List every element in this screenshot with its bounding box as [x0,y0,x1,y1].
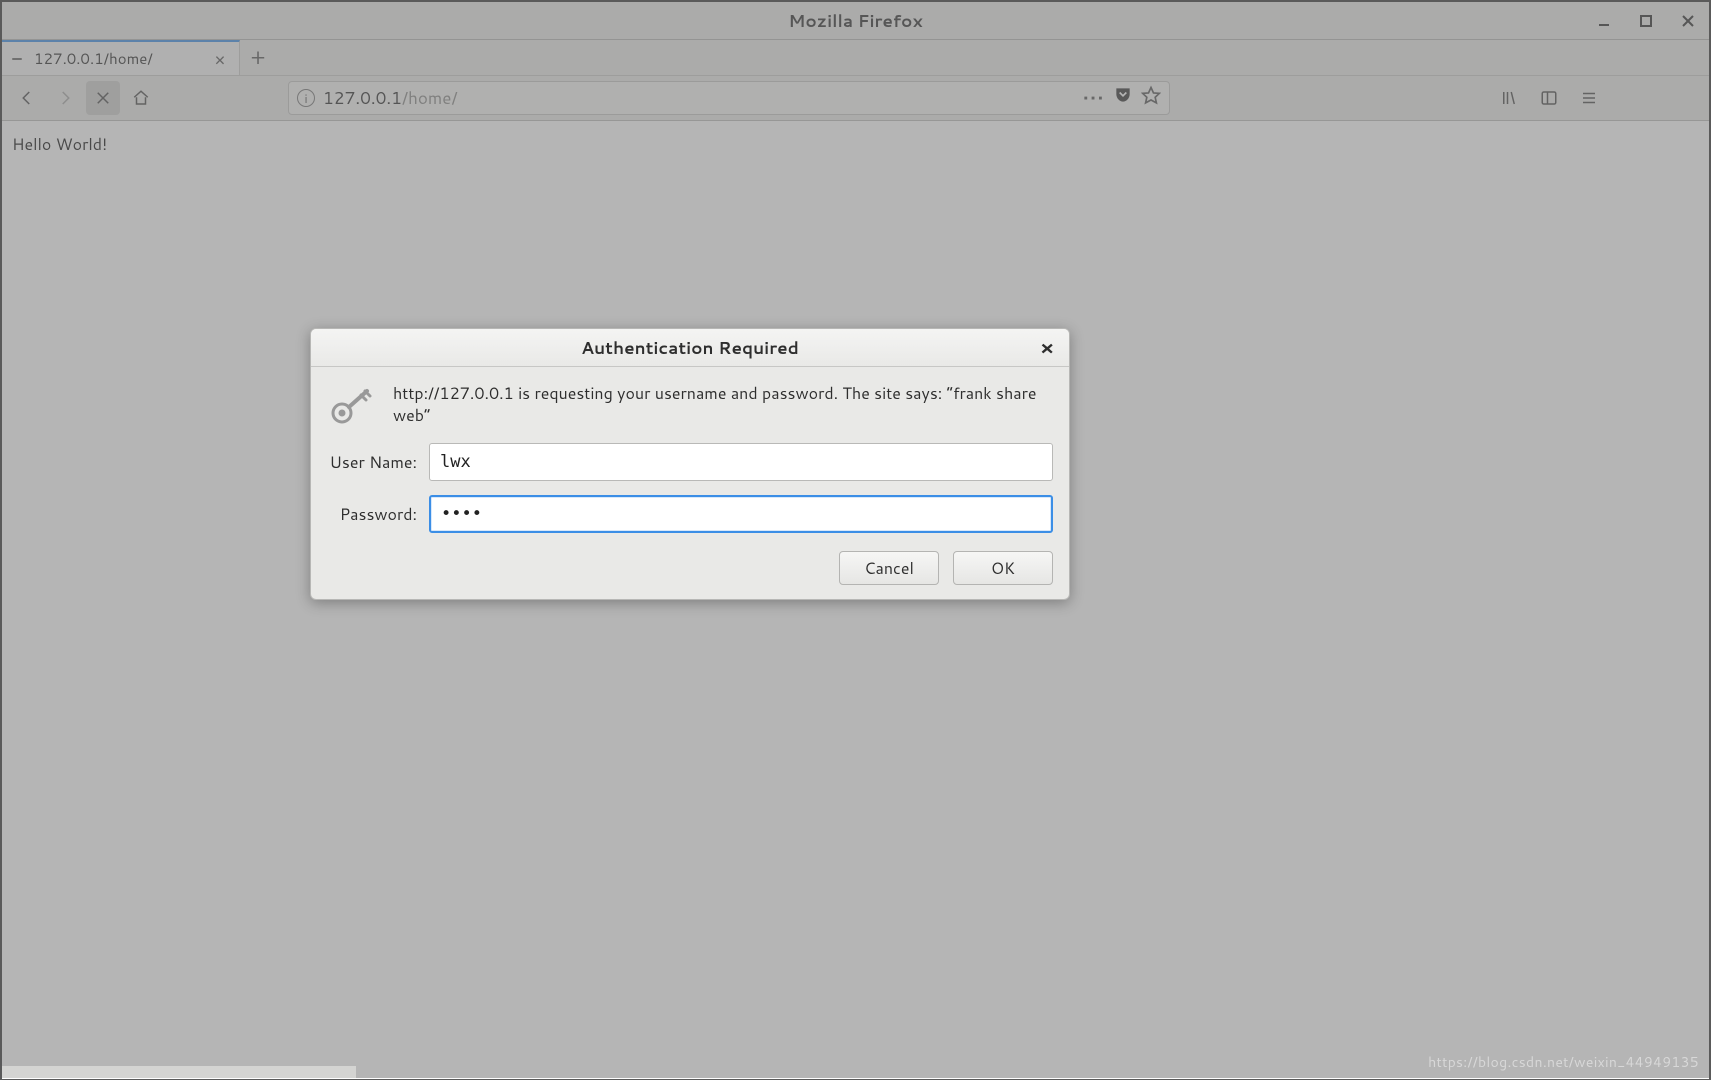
password-input[interactable] [429,495,1053,533]
watermark-text: https://blog.csdn.net/weixin_44949135 [1428,1052,1699,1072]
dialog-message: http://127.0.0.1 is requesting your user… [393,383,1053,426]
ok-button[interactable]: OK [953,551,1053,585]
password-label: Password: [327,503,417,526]
auth-dialog: Authentication Required × http://127.0.0… [310,328,1070,600]
status-bar-stub [2,1066,356,1078]
username-label: User Name: [327,451,417,474]
username-input[interactable] [429,443,1053,481]
key-icon [327,385,375,429]
dialog-title: Authentication Required [581,336,799,360]
dialog-close-button[interactable]: × [1035,334,1059,362]
cancel-button[interactable]: Cancel [839,551,939,585]
